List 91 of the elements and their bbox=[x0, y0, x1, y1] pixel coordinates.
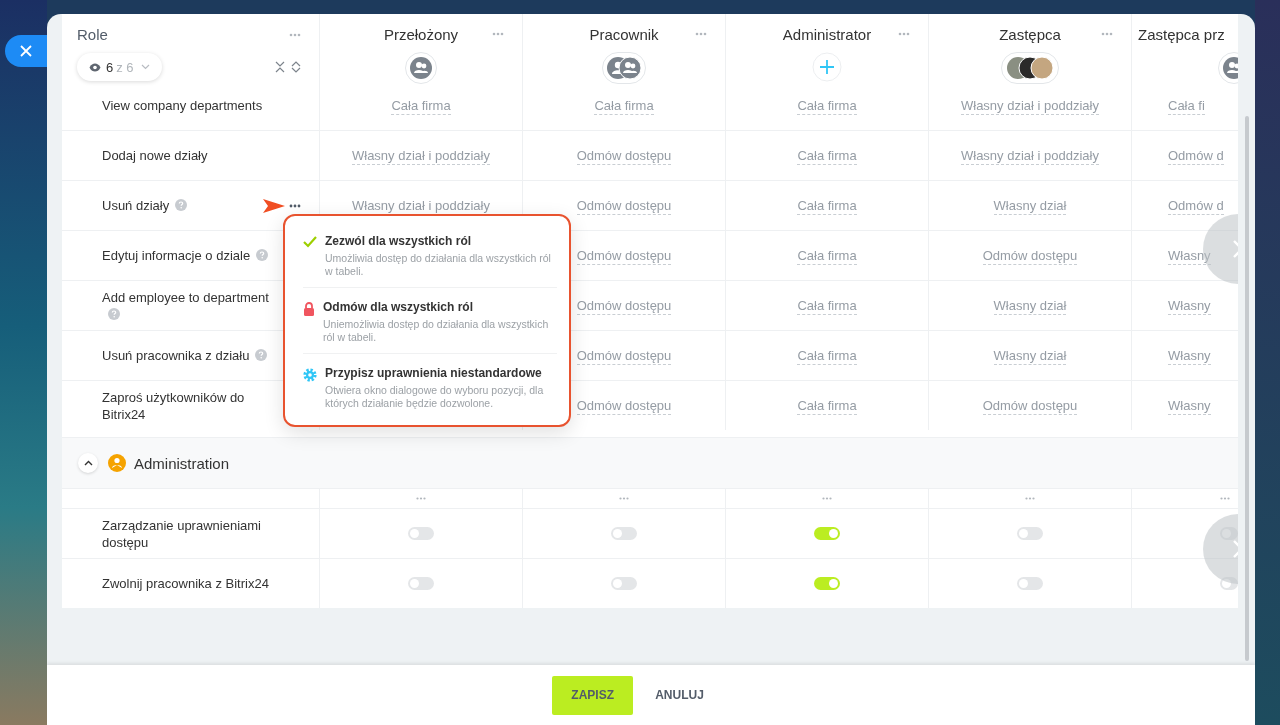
permission-toggle[interactable] bbox=[1220, 577, 1238, 590]
collapse-icon[interactable] bbox=[275, 61, 285, 73]
permission-toggle[interactable] bbox=[611, 527, 637, 540]
permission-toggle[interactable] bbox=[408, 577, 434, 590]
permission-label: Edytuj informacje o dziale bbox=[102, 247, 269, 264]
cancel-button[interactable]: ANULUJ bbox=[649, 687, 710, 703]
menu-item-title: Przypisz uprawnienia niestandardowe bbox=[325, 366, 543, 380]
access-level-link[interactable]: Odmów dostępu bbox=[576, 146, 672, 165]
collapse-section-button[interactable] bbox=[78, 453, 98, 473]
permission-label: View company departments bbox=[102, 97, 263, 114]
access-level-link[interactable]: Odmów d bbox=[1168, 196, 1224, 215]
member-avatars[interactable] bbox=[1001, 52, 1059, 84]
scrollbar-thumb[interactable] bbox=[1244, 116, 1249, 661]
access-level-link[interactable]: Cała firma bbox=[797, 146, 857, 165]
access-level-link[interactable]: Cała firma bbox=[594, 97, 654, 115]
access-level-link[interactable]: Cała firma bbox=[797, 396, 857, 415]
help-icon[interactable] bbox=[255, 349, 268, 361]
role-column-title: Administrator bbox=[782, 26, 872, 43]
access-level-link[interactable]: Własny bbox=[1168, 246, 1211, 265]
permission-toggle[interactable] bbox=[814, 577, 840, 590]
access-level-link[interactable]: Cała fi bbox=[1168, 97, 1205, 115]
close-icon bbox=[20, 45, 32, 57]
chevron-up-icon bbox=[83, 460, 93, 466]
lock-icon bbox=[303, 302, 315, 316]
role-column-title: Zastępca bbox=[999, 26, 1061, 43]
menu-item-title: Zezwól dla wszystkich ról bbox=[325, 234, 473, 248]
help-icon[interactable] bbox=[175, 199, 188, 211]
menu-item-description: Umożliwia dostęp do działania dla wszystkich ról w tabeli. bbox=[325, 252, 552, 278]
access-level-link[interactable]: Cała firma bbox=[797, 346, 857, 365]
access-level-link[interactable]: Odmów dostępu bbox=[982, 246, 1078, 265]
menu-item[interactable]: Przypisz uprawnienia niestandardowe Otwiera okno dialogowe do wyboru pozycji, dla których działanie będzie dozwolone. bbox=[303, 354, 557, 419]
permission-toggle[interactable] bbox=[1220, 527, 1238, 540]
access-level-link[interactable]: Własny dział i poddziały bbox=[961, 97, 1099, 115]
visible-roles-filter[interactable]: 6 z 6 bbox=[77, 53, 162, 81]
access-level-link[interactable]: Odmów dostępu bbox=[576, 246, 672, 265]
role-column-title: Pracownik bbox=[589, 26, 659, 43]
save-button[interactable]: ZAPISZ bbox=[552, 675, 634, 715]
permission-label: Zwolnij pracownika z Bitrix24 bbox=[102, 575, 269, 592]
help-icon[interactable] bbox=[256, 249, 269, 261]
permission-toggle[interactable] bbox=[1017, 527, 1043, 540]
permission-label: Dodaj nowe działy bbox=[102, 147, 208, 164]
roles-title: Role bbox=[77, 26, 108, 43]
chevron-down-icon bbox=[140, 64, 150, 70]
permission-toggle[interactable] bbox=[1017, 577, 1043, 590]
permission-toggle[interactable] bbox=[611, 577, 637, 590]
gear-icon bbox=[303, 368, 317, 382]
access-level-link[interactable]: Cała firma bbox=[797, 246, 857, 265]
access-level-link[interactable]: Własny dział bbox=[993, 196, 1067, 215]
access-level-link[interactable]: Własny dział i poddziały bbox=[352, 146, 490, 165]
access-level-link[interactable]: Własny bbox=[1168, 346, 1211, 365]
permission-label: Usuń działy bbox=[102, 197, 188, 214]
permission-label: Add employee to department bbox=[102, 288, 274, 323]
access-level-link[interactable]: Własny dział bbox=[993, 346, 1067, 365]
menu-item-description: Otwiera okno dialogowe do wyboru pozycji, dla których działanie będzie dozwolone. bbox=[325, 384, 545, 410]
menu-item-title: Odmów dla wszystkich ról bbox=[323, 300, 475, 314]
add-member-icon[interactable] bbox=[812, 52, 842, 82]
menu-item-description: Uniemożliwia dostęp do działania dla wszystkich ról w tabeli. bbox=[323, 318, 550, 344]
access-level-link[interactable]: Odmów dostępu bbox=[576, 396, 672, 415]
access-level-link[interactable]: Odmów dostępu bbox=[982, 396, 1078, 415]
access-level-link[interactable]: Własny dział bbox=[993, 296, 1067, 315]
expand-icon[interactable] bbox=[291, 61, 301, 73]
permission-label: Zaproś użytkowników do Bitrix24 bbox=[102, 388, 246, 423]
access-level-link[interactable]: Własny bbox=[1168, 396, 1211, 415]
access-level-link[interactable]: Cała firma bbox=[797, 196, 857, 215]
permission-toggle[interactable] bbox=[408, 527, 434, 540]
section-title: Administration bbox=[134, 454, 230, 472]
pointer-arrow-icon bbox=[263, 199, 285, 213]
role-column-title: Zastępca prz bbox=[1138, 26, 1225, 43]
menu-item[interactable]: Zezwól dla wszystkich ról Umożliwia dostęp do działania dla wszystkich ról w tabeli. bbox=[303, 222, 557, 288]
access-level-link[interactable]: Odmów dostępu bbox=[576, 296, 672, 315]
help-icon[interactable] bbox=[108, 307, 120, 320]
section-user-icon bbox=[108, 454, 126, 472]
more-icon[interactable] bbox=[289, 203, 301, 208]
access-level-link[interactable]: Własny bbox=[1168, 296, 1211, 315]
permission-toggle[interactable] bbox=[814, 527, 840, 540]
check-icon bbox=[303, 236, 317, 248]
access-level-link[interactable]: Odmów dostępu bbox=[576, 196, 672, 215]
permission-label: Usuń pracownika z działu bbox=[102, 347, 268, 364]
access-level-link[interactable]: Cała firma bbox=[391, 97, 451, 115]
access-level-link[interactable]: Odmów dostępu bbox=[576, 346, 672, 365]
access-level-link[interactable]: Własny dział i poddziały bbox=[961, 146, 1099, 165]
close-button[interactable] bbox=[5, 35, 47, 67]
access-level-link[interactable]: Odmów d bbox=[1168, 146, 1224, 165]
group-avatar-icon[interactable] bbox=[405, 52, 437, 84]
access-level-link[interactable]: Cała firma bbox=[797, 97, 857, 115]
menu-item[interactable]: Odmów dla wszystkich ról Uniemożliwia dostęp do działania dla wszystkich ról w tabeli. bbox=[303, 288, 557, 354]
user-group-avatar-icon[interactable] bbox=[602, 52, 646, 84]
role-column-title: Przełożony bbox=[383, 26, 459, 43]
access-level-link[interactable]: Cała firma bbox=[797, 296, 857, 315]
eye-icon bbox=[89, 62, 101, 72]
permission-label: Zarządzanie uprawnieniami dostępu bbox=[102, 516, 262, 551]
